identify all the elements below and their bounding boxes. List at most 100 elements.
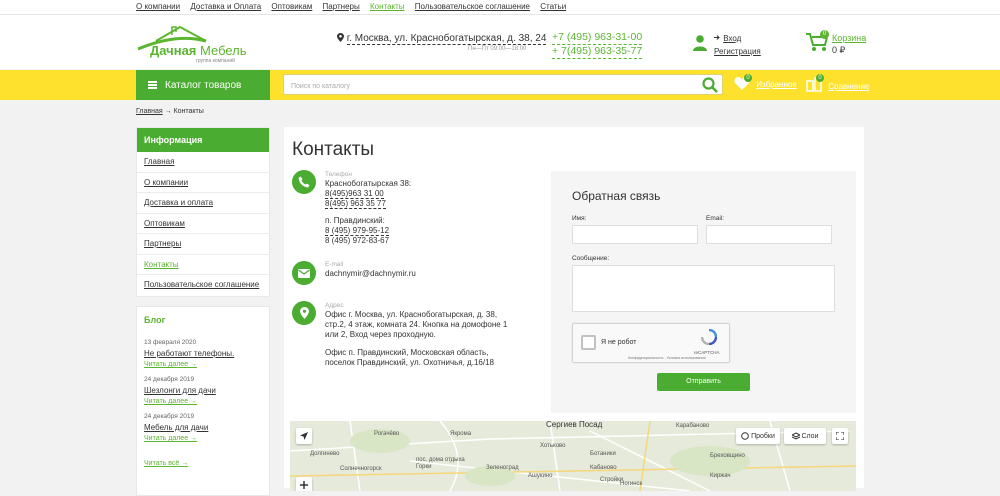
email-icon	[292, 261, 316, 285]
map-label: Киржач	[710, 473, 731, 479]
top-nav-contacts[interactable]: Контакты	[370, 2, 405, 11]
name-label: Имя:	[572, 215, 587, 222]
compare-count-badge: 0	[816, 74, 824, 82]
map-locate-button[interactable]	[296, 428, 312, 444]
header-hours: Пн—Пт 09:00—18:00	[468, 46, 527, 52]
email-value[interactable]: dachnymir@dachnymir.ru	[325, 269, 416, 279]
site-logo[interactable]: Дачная Мебель группа компаний	[136, 23, 256, 65]
register-link[interactable]: Регистрация	[714, 47, 761, 56]
blog-title: Блог	[144, 315, 166, 325]
blog-post-read-more[interactable]: Читать далее →	[144, 435, 262, 442]
logo-word-1: Дачная	[150, 43, 197, 58]
user-icon[interactable]	[693, 35, 707, 51]
sidebar-item-home[interactable]: Главная	[137, 152, 269, 173]
map-label: пос. дома отдыха Горки	[416, 457, 465, 470]
cart-summary: Корзина 0 ₽	[832, 32, 866, 56]
email-field-label: Email:	[706, 215, 725, 222]
blog-post-read-more[interactable]: Читать далее →	[144, 361, 262, 368]
map-zoom-in-button[interactable]	[296, 477, 312, 491]
map-traffic-label: Пробки	[751, 432, 775, 440]
blog-post-date: 13 февраля 2020	[144, 339, 197, 346]
email-field[interactable]	[706, 225, 832, 244]
breadcrumb-current: → Контакты	[162, 108, 204, 115]
blog-read-all[interactable]: Читать всё →	[144, 460, 262, 467]
address-label: Адрес	[325, 302, 344, 309]
name-field[interactable]	[572, 225, 698, 244]
map-traffic-button[interactable]: Пробки	[736, 428, 780, 444]
blog-post-title[interactable]: Шезлонги для дачи	[144, 386, 262, 395]
user-links: Вход Регистрация	[714, 32, 761, 58]
top-nav-articles[interactable]: Статьи	[540, 2, 566, 11]
map-label: Хотьково	[540, 443, 566, 449]
map[interactable]: Сергиев Посад Карабаново Якрома Хотьково…	[290, 421, 856, 491]
submit-button[interactable]: Отправить	[657, 373, 750, 391]
sidebar-item-wholesale[interactable]: Оптовикам	[137, 214, 269, 234]
traffic-icon	[741, 432, 749, 440]
phone-number[interactable]: 8 (495) 979-95-12	[325, 226, 390, 236]
info-sidebar: Информация Главная О компании Доставка и…	[136, 127, 270, 297]
map-label: Стройки	[600, 477, 624, 483]
top-nav-links: О компании Доставка и Оплата Оптовикам П…	[136, 2, 574, 11]
top-nav-delivery[interactable]: Доставка и Оплата	[190, 2, 261, 11]
phone-number: 8 (495) 972-83-67	[325, 236, 390, 245]
sidebar-item-agreement[interactable]: Пользовательское соглашение	[137, 275, 269, 296]
favorites-label: Избранное	[756, 80, 797, 89]
compare-label: Сравнение	[828, 82, 870, 91]
phone-number[interactable]: 8(495) 963 35 77	[325, 199, 386, 209]
menu-icon	[148, 81, 157, 89]
map-label: Якрома	[450, 431, 472, 437]
search-input[interactable]	[284, 77, 684, 96]
location-icon	[292, 301, 316, 325]
locate-arrow-icon	[300, 432, 308, 440]
blog-post-title[interactable]: Мебель для дачи	[144, 423, 262, 432]
map-label: Солнечногорск	[340, 466, 382, 472]
sidebar-item-partners[interactable]: Партнеры	[137, 234, 269, 255]
login-link[interactable]: Вход	[723, 34, 741, 43]
top-nav-agreement[interactable]: Пользовательское соглашение	[415, 2, 530, 11]
map-layers-button[interactable]: Слои	[784, 428, 826, 444]
message-label: Сообщение:	[572, 255, 610, 262]
address-pravdinsky: Офис п. Правдинский, Московская область,…	[325, 348, 494, 367]
header-phone-2[interactable]: + 7(495) 963-35-77	[552, 45, 643, 59]
main-content: Контакты Телефон Краснобогатырская 38: 8…	[284, 127, 864, 491]
page-title: Контакты	[292, 139, 375, 160]
feedback-form: Обратная связь Имя: Email: Сообщение: Я …	[551, 171, 856, 413]
sidebar-item-delivery[interactable]: Доставка и оплата	[137, 193, 269, 214]
recaptcha-brand: reCAPTCHA	[694, 350, 720, 355]
phone-icon	[292, 170, 316, 194]
top-nav-wholesale[interactable]: Оптовикам	[271, 2, 312, 11]
top-nav-about[interactable]: О компании	[136, 2, 180, 11]
map-label: Долгинево	[310, 451, 340, 457]
catalog-button[interactable]: Каталог товаров	[136, 70, 270, 100]
header-phone-1[interactable]: +7 (495) 963-31-00	[552, 31, 643, 45]
phone-number[interactable]: 8(495)963 31 00	[325, 189, 384, 199]
sidebar-item-about[interactable]: О компании	[137, 173, 269, 193]
favorites-link[interactable]: 0 Избранное	[734, 74, 797, 92]
cart-count-badge: 0	[820, 30, 829, 39]
breadcrumb: Главная → Контакты	[136, 108, 204, 115]
cart-link[interactable]: Корзина	[832, 32, 866, 44]
layers-icon	[791, 432, 800, 440]
blog-post-title[interactable]: Не работают телефоны.	[144, 349, 262, 358]
sidebar-item-contacts[interactable]: Контакты	[137, 255, 269, 275]
recaptcha-terms[interactable]: Конфиденциальность - Условия использован…	[628, 356, 705, 360]
compare-link[interactable]: 0 Сравнение	[806, 74, 870, 94]
blog-widget: Блог 13 февраля 2020 Не работают телефон…	[136, 306, 270, 496]
map-label: Сергиев Посад	[546, 421, 603, 429]
recaptcha-checkbox[interactable]	[581, 335, 596, 350]
breadcrumb-home[interactable]: Главная	[136, 108, 163, 115]
blog-post-read-more[interactable]: Читать далее →	[144, 398, 262, 405]
cart-total: 0 ₽	[832, 45, 846, 55]
search-icon[interactable]	[702, 77, 718, 93]
favorites-count-badge: 0	[744, 74, 752, 82]
map-label: Бреховщино	[710, 453, 745, 459]
message-field[interactable]	[572, 265, 835, 312]
logo-subtitle: группа компаний	[196, 58, 235, 64]
address-moscow: Офис г. Москва, ул. Краснобогатырская, д…	[325, 310, 508, 339]
map-fullscreen-button[interactable]	[832, 428, 848, 444]
recaptcha-label: Я не робот	[601, 339, 637, 346]
top-nav-partners[interactable]: Партнеры	[323, 2, 360, 11]
header-address[interactable]: г. Москва, ул. Краснобогатырская, д. 38,…	[337, 33, 547, 45]
map-label: Ашукино	[528, 473, 553, 479]
map-label: Зеленоград	[486, 465, 519, 471]
